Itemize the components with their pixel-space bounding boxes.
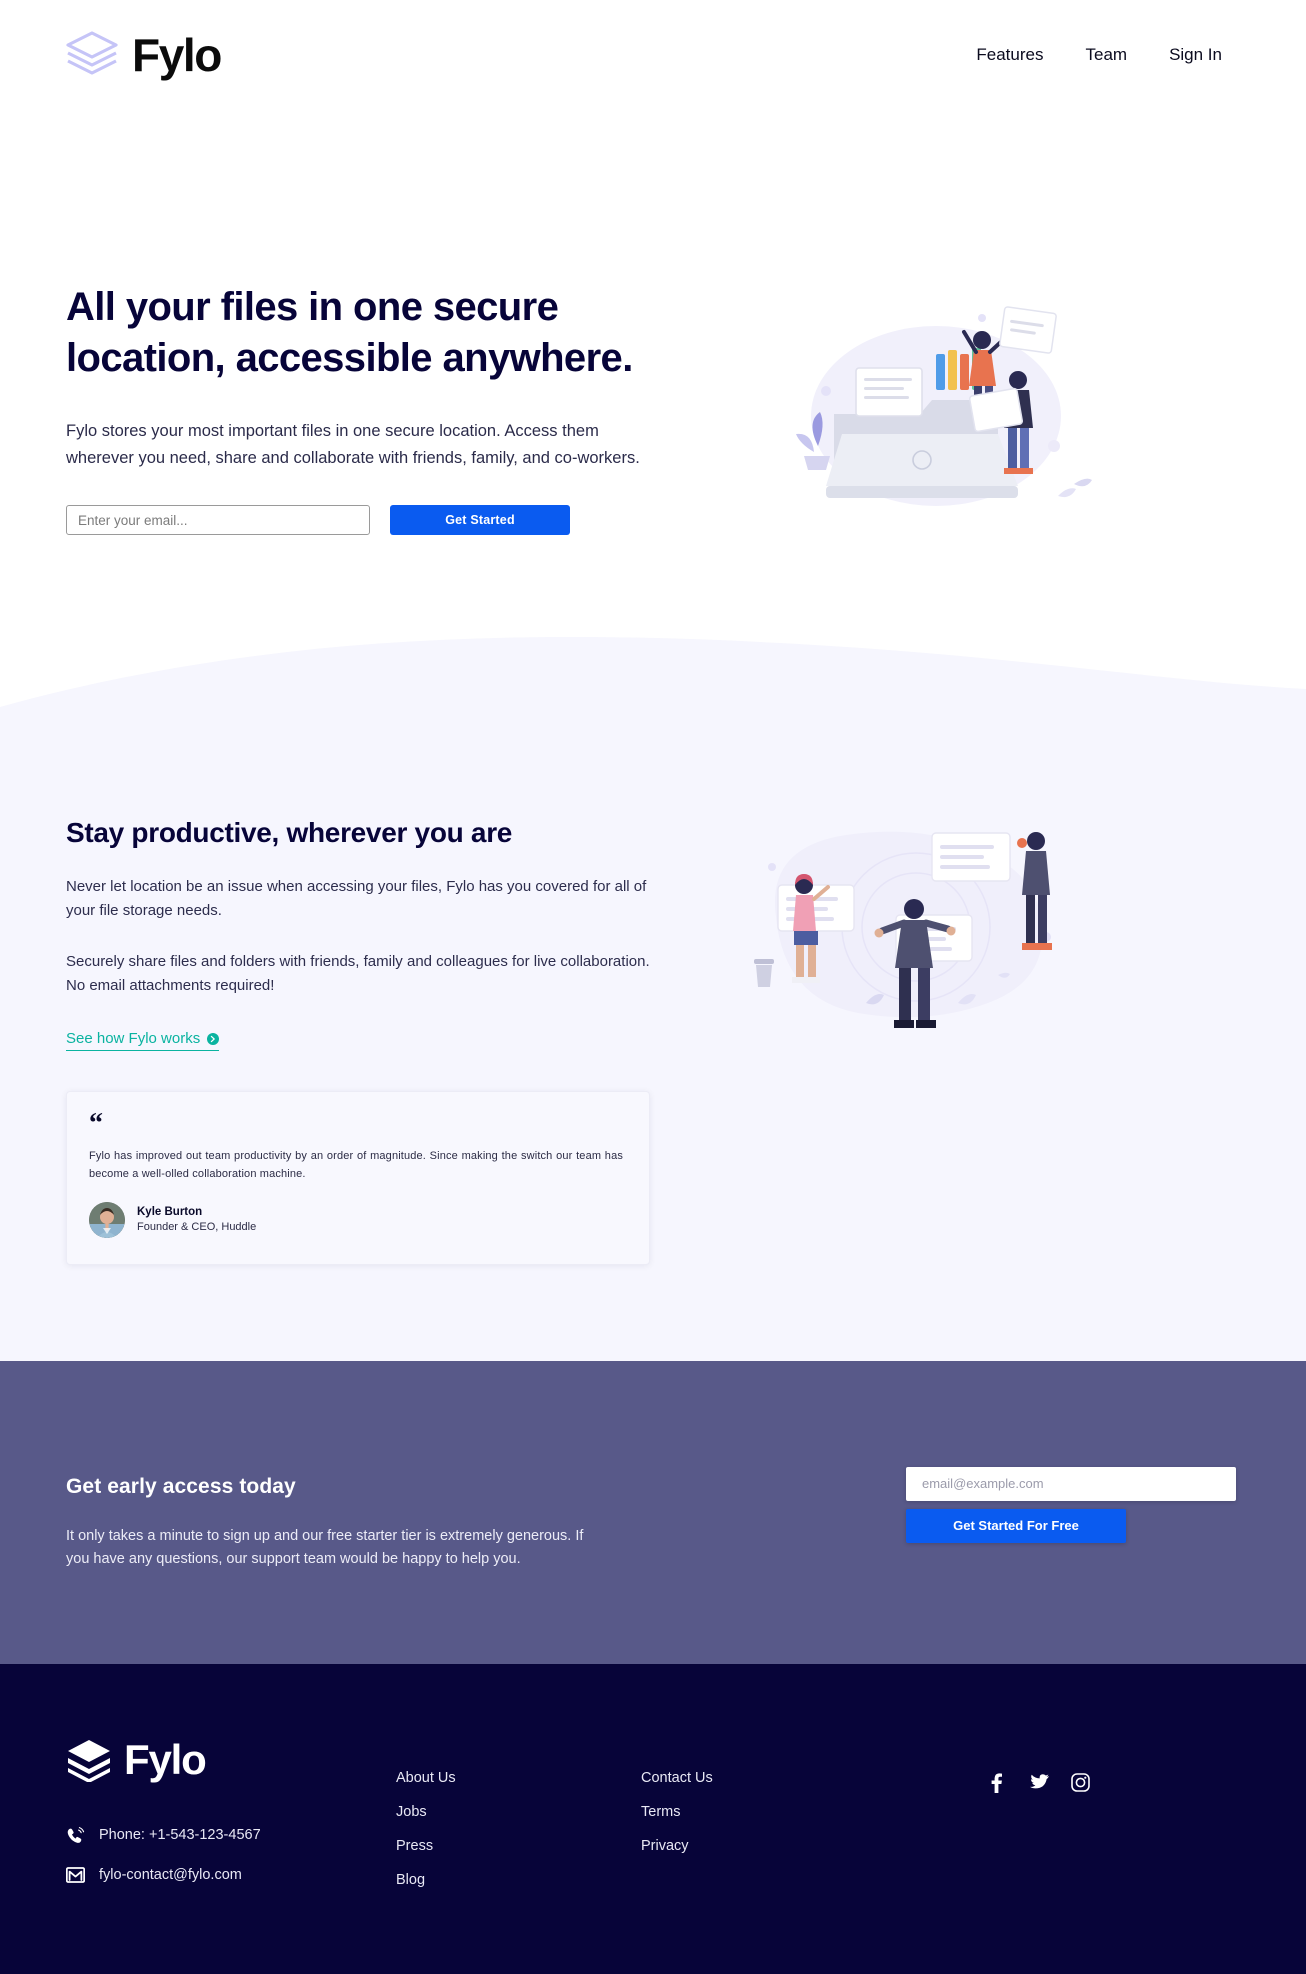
productive-content: Stay productive, wherever you are Never …	[66, 777, 686, 1265]
social-link-twitter[interactable]	[1028, 1772, 1050, 1794]
cta-body-text: It only takes a minute to sign up and ou…	[66, 1527, 584, 1568]
see-how-fylo-works-link[interactable]: See how Fylo works	[66, 1030, 220, 1052]
footer-link-blog[interactable]: Blog	[396, 1872, 641, 1888]
social-link-facebook[interactable]	[986, 1772, 1008, 1794]
hero-content: All your files in one secure location, a…	[66, 220, 706, 536]
footer-links-column-1: About Us Jobs Press Blog	[396, 1738, 641, 1888]
arrow-right-circle-icon	[207, 1032, 220, 1045]
cta-form: Get Started For Free	[906, 1449, 1236, 1572]
hero-heading-line1: All your files in one secure	[66, 285, 559, 329]
footer-links-column-2: Contact Us Terms Privacy	[641, 1738, 841, 1854]
footer-brand-column: Fylo Phone: +1-543-123-4567 fylo-contact…	[66, 1738, 396, 1883]
testimonial-author-role: Founder & CEO, Huddle	[137, 1221, 257, 1234]
hero-signup-form: Get Started	[66, 505, 706, 536]
footer-phone-text: Phone: +1-543-123-4567	[99, 1827, 261, 1844]
twitter-icon	[1029, 1774, 1049, 1789]
nav-item-features[interactable]: Features	[976, 45, 1043, 65]
kyle-burton-avatar	[89, 1201, 125, 1238]
layers-stack-icon	[66, 31, 118, 75]
footer-link-press[interactable]: Press	[396, 1838, 641, 1854]
site-footer: Fylo Phone: +1-543-123-4567 fylo-contact…	[0, 1663, 1306, 1974]
footer-email-text: fylo-contact@fylo.com	[99, 1866, 242, 1883]
site-header: Fylo Features Team Sign In	[0, 0, 1306, 110]
productive-section: Stay productive, wherever you are Never …	[0, 707, 1306, 1361]
footer-phone[interactable]: Phone: +1-543-123-4567	[66, 1826, 396, 1845]
hero-get-started-button[interactable]: Get Started	[390, 505, 570, 536]
landing-page: Fylo Features Team Sign In All your file…	[0, 0, 1306, 1974]
main-nav: Features Team Sign In	[976, 45, 1236, 65]
social-link-instagram[interactable]	[1070, 1772, 1092, 1794]
mail-icon	[66, 1867, 85, 1883]
layers-stack-icon	[68, 1739, 110, 1782]
footer-link-contact-us[interactable]: Contact Us	[641, 1770, 841, 1786]
hero-heading-line2: location, accessible anywhere.	[66, 336, 633, 381]
cta-heading: Get early access today	[66, 1474, 296, 1498]
footer-social-links	[841, 1738, 1236, 1794]
see-how-fylo-works-label: See how Fylo works	[66, 1030, 201, 1048]
team-collaboration-illustration	[754, 831, 1052, 1029]
productive-paragraph-2: Securely share files and folders with fr…	[66, 952, 650, 995]
testimonial-author: Kyle Burton Founder & CEO, Huddle	[89, 1201, 623, 1238]
footer-link-about-us[interactable]: About Us	[396, 1770, 641, 1786]
cta-section: Get early access today It only takes a m…	[0, 1360, 1306, 1664]
cta-get-started-free-button[interactable]: Get Started For Free	[906, 1508, 1126, 1543]
hero-body-text: Fylo stores your most important files in…	[66, 422, 640, 467]
avatar	[89, 1201, 125, 1238]
productive-heading: Stay productive, wherever you are	[66, 817, 513, 849]
hero-heading: All your files in one secure location, a…	[66, 282, 706, 384]
productive-illustration-wrap	[716, 777, 1236, 1265]
footer-link-terms[interactable]: Terms	[641, 1804, 841, 1820]
productive-paragraph-1: Never let location be an issue when acce…	[66, 878, 647, 920]
facebook-icon	[991, 1773, 1002, 1793]
hero-illustration-wrap	[746, 220, 1236, 531]
hero-section: All your files in one secure location, a…	[0, 110, 1306, 536]
footer-brand-name: Fylo	[124, 1735, 207, 1783]
nav-item-team[interactable]: Team	[1085, 45, 1127, 65]
testimonial-quote: Fylo has improved out team productivity …	[89, 1150, 623, 1181]
footer-logo[interactable]: Fylo	[66, 1738, 396, 1782]
brand-logo[interactable]: Fylo	[66, 29, 222, 81]
brand-name: Fylo	[132, 29, 222, 81]
quote-mark-icon: “	[89, 1108, 103, 1140]
footer-email[interactable]: fylo-contact@fylo.com	[66, 1867, 396, 1883]
cta-email-input[interactable]	[906, 1466, 1236, 1501]
testimonial-author-name: Kyle Burton	[137, 1205, 203, 1218]
section-curve-divider	[0, 637, 1306, 708]
people-organizing-files-illustration	[796, 306, 1092, 506]
footer-link-privacy[interactable]: Privacy	[641, 1838, 841, 1854]
phone-icon	[67, 1826, 85, 1843]
footer-contact: Phone: +1-543-123-4567 fylo-contact@fylo…	[66, 1826, 396, 1883]
instagram-icon	[1071, 1773, 1090, 1793]
footer-link-jobs[interactable]: Jobs	[396, 1804, 641, 1820]
nav-item-sign-in[interactable]: Sign In	[1169, 45, 1222, 65]
hero-email-input[interactable]	[66, 505, 370, 536]
cta-content: Get early access today It only takes a m…	[66, 1449, 626, 1572]
testimonial-card: “ Fylo has improved out team productivit…	[66, 1091, 650, 1265]
